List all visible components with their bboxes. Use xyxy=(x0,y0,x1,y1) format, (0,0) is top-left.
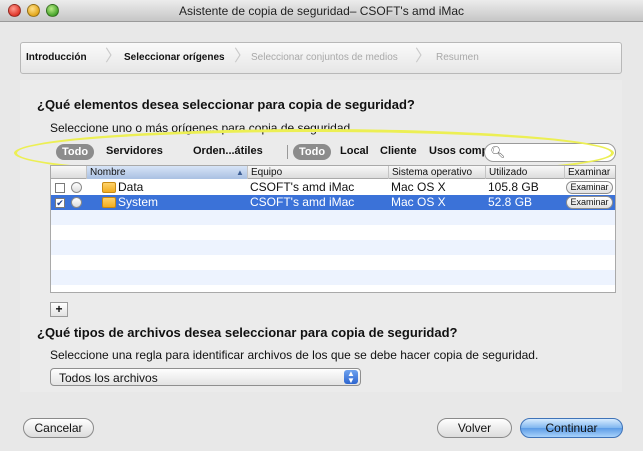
filter-divider xyxy=(287,145,288,159)
rule-select-value: Todos los archivos xyxy=(59,371,158,385)
row-utilizado: 52.8 GB xyxy=(488,195,533,209)
sources-heading: ¿Qué elementos desea seleccionar para co… xyxy=(37,97,415,112)
empty-row xyxy=(51,255,615,270)
select-arrows-icon: ▲ ▼ xyxy=(344,370,358,385)
continue-button[interactable]: Continuar xyxy=(520,418,623,438)
filter-todo-button[interactable]: Todo xyxy=(56,144,95,160)
column-sistema-operativo[interactable]: Sistema operativo xyxy=(388,166,485,179)
column-examinar: Examinar xyxy=(564,166,615,179)
column-select xyxy=(51,166,86,179)
chevron-right-icon: 〉 xyxy=(105,48,122,65)
cancel-button[interactable]: Cancelar xyxy=(23,418,94,438)
examinar-button[interactable]: Examinar xyxy=(566,196,613,209)
row-utilizado: 105.8 GB xyxy=(488,180,539,194)
step-resumen: Resumen xyxy=(436,52,479,63)
examinar-button[interactable]: Examinar xyxy=(566,181,613,194)
title-bar: Asistente de copia de seguridad– CSOFT's… xyxy=(0,0,643,22)
sources-table: Nombre ▲ Equipo Sistema operativo Utiliz… xyxy=(50,165,616,293)
row-so: Mac OS X xyxy=(391,195,446,209)
rule-select[interactable]: Todos los archivos ▲ ▼ xyxy=(50,368,361,386)
table-row[interactable]: ✔ System CSOFT's amd iMac Mac OS X 52.8 … xyxy=(51,195,615,210)
file-types-subheading: Seleccione una regla para identificar ar… xyxy=(50,348,539,362)
column-equipo[interactable]: Equipo xyxy=(247,166,388,179)
empty-row xyxy=(51,225,615,240)
filter-local-button[interactable]: Local xyxy=(340,145,369,157)
chevron-right-icon: 〉 xyxy=(415,48,432,65)
step-seleccionar-origenes[interactable]: Seleccionar orígenes xyxy=(124,52,225,63)
row-so: Mac OS X xyxy=(391,180,446,194)
window-title: Asistente de copia de seguridad– CSOFT's… xyxy=(178,4,465,18)
row-radio[interactable] xyxy=(71,182,82,193)
step-breadcrumb: Introducción 〉 Seleccionar orígenes 〉 Se… xyxy=(20,42,622,74)
row-checkbox[interactable]: ✔ xyxy=(55,198,65,208)
filter-cliente-button[interactable]: Cliente xyxy=(380,145,417,157)
empty-row xyxy=(51,270,615,285)
sources-subheading: Seleccione uno o más orígenes para copia… xyxy=(50,121,354,135)
step-seleccionar-conjuntos: Seleccionar conjuntos de medios xyxy=(251,52,398,63)
empty-row xyxy=(51,240,615,255)
row-radio[interactable] xyxy=(71,197,82,208)
filter-servidores-button[interactable]: Servidores xyxy=(106,145,163,157)
filter-bar: Todo Servidores Orden...átiles Todo Loca… xyxy=(50,143,616,163)
step-introduccion[interactable]: Introducción xyxy=(26,52,87,63)
search-icon: 🔍︎ xyxy=(490,145,506,159)
filter-todo-2-button[interactable]: Todo xyxy=(293,144,332,160)
chevron-right-icon: 〉 xyxy=(234,48,251,65)
row-checkbox[interactable] xyxy=(55,183,65,193)
file-types-heading: ¿Qué tipos de archivos desea seleccionar… xyxy=(37,325,458,340)
back-button[interactable]: Volver xyxy=(437,418,512,438)
volume-icon xyxy=(102,182,116,193)
row-equipo: CSOFT's amd iMac xyxy=(250,180,355,194)
column-nombre[interactable]: Nombre xyxy=(86,166,247,179)
row-nombre: System xyxy=(118,195,159,209)
empty-row xyxy=(51,210,615,225)
volume-icon xyxy=(102,197,116,208)
table-header: Nombre ▲ Equipo Sistema operativo Utiliz… xyxy=(51,166,615,179)
filter-portatiles-button[interactable]: Orden...átiles xyxy=(193,145,263,157)
sort-ascending-icon: ▲ xyxy=(236,168,244,177)
column-utilizado[interactable]: Utilizado xyxy=(485,166,564,179)
row-equipo: CSOFT's amd iMac xyxy=(250,195,355,209)
add-source-button[interactable]: + xyxy=(50,302,68,317)
search-input[interactable]: 🔍︎ xyxy=(484,143,616,162)
row-nombre: Data xyxy=(118,180,144,194)
table-row[interactable]: Data CSOFT's amd iMac Mac OS X 105.8 GB … xyxy=(51,180,615,195)
